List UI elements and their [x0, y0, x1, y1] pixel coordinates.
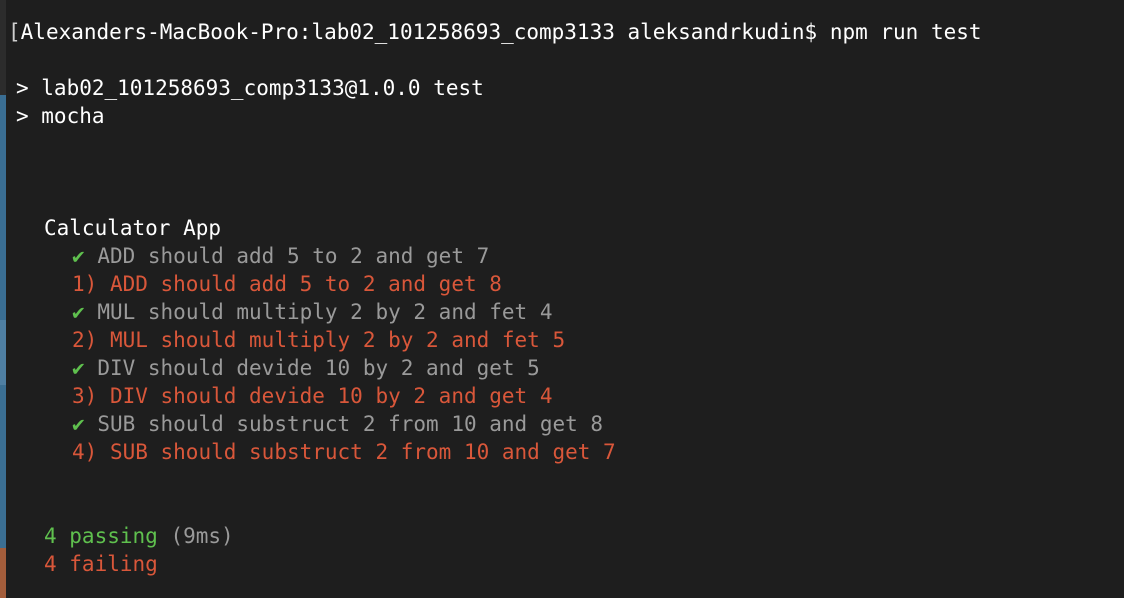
window-edge-strip — [0, 320, 6, 385]
test-title: SUB should substruct 2 from 10 and get 7 — [109, 440, 616, 464]
passing-count: 4 passing — [44, 524, 158, 548]
pass-check-icon: ✔ — [72, 412, 85, 436]
test-result-row: 1) ADD should add 5 to 2 and get 8 — [72, 270, 502, 298]
pass-check-icon: ✔ — [72, 300, 85, 324]
test-title: MUL should multiply 2 by 2 and fet 4 — [97, 300, 553, 324]
window-edge-strip — [0, 95, 6, 320]
fail-number: 3) — [72, 384, 98, 408]
window-edge-strip — [0, 0, 6, 95]
test-result-row: 4) SUB should substruct 2 from 10 and ge… — [72, 438, 616, 466]
pass-check-icon: ✔ — [72, 356, 85, 380]
test-result-row: ✔ MUL should multiply 2 by 2 and fet 4 — [72, 298, 552, 326]
passing-duration: (9ms) — [170, 524, 234, 548]
terminal-window[interactable]: [Alexanders-MacBook-Pro:lab02_101258693_… — [0, 0, 1124, 598]
test-title: ADD should add 5 to 2 and get 7 — [97, 244, 490, 268]
test-title: MUL should multiply 2 by 2 and fet 5 — [109, 328, 566, 352]
prompt-command: npm run test — [829, 20, 982, 44]
test-result-row: 2) MUL should multiply 2 by 2 and fet 5 — [72, 326, 565, 354]
fail-number: 4) — [72, 440, 98, 464]
test-result-row: ✔ ADD should add 5 to 2 and get 7 — [72, 242, 489, 270]
passing-summary: 4 passing (9ms) — [44, 522, 234, 550]
window-edge-strip — [0, 548, 6, 598]
test-title: ADD should add 5 to 2 and get 8 — [109, 272, 502, 296]
test-result-row: ✔ SUB should substruct 2 from 10 and get… — [72, 410, 603, 438]
test-title: SUB should substruct 2 from 10 and get 8 — [97, 412, 604, 436]
npm-script-line: > lab02_101258693_comp3133@1.0.0 test — [16, 76, 484, 100]
prompt-bracket: [ — [8, 20, 21, 44]
suite-title: Calculator App — [44, 216, 222, 240]
prompt-host-path: Alexanders-MacBook-Pro:lab02_101258693_c… — [20, 20, 818, 44]
fail-number: 1) — [72, 272, 98, 296]
test-result-row: 3) DIV should devide 10 by 2 and get 4 — [72, 382, 552, 410]
test-title: DIV should devide 10 by 2 and get 5 — [97, 356, 540, 380]
fail-number: 2) — [72, 328, 98, 352]
pass-check-icon: ✔ — [72, 244, 85, 268]
failing-summary: 4 failing — [44, 552, 158, 576]
test-title: DIV should devide 10 by 2 and get 4 — [109, 384, 553, 408]
test-result-row: ✔ DIV should devide 10 by 2 and get 5 — [72, 354, 540, 382]
npm-runner-line: > mocha — [16, 104, 105, 128]
prompt-line: [Alexanders-MacBook-Pro:lab02_101258693_… — [8, 18, 982, 46]
